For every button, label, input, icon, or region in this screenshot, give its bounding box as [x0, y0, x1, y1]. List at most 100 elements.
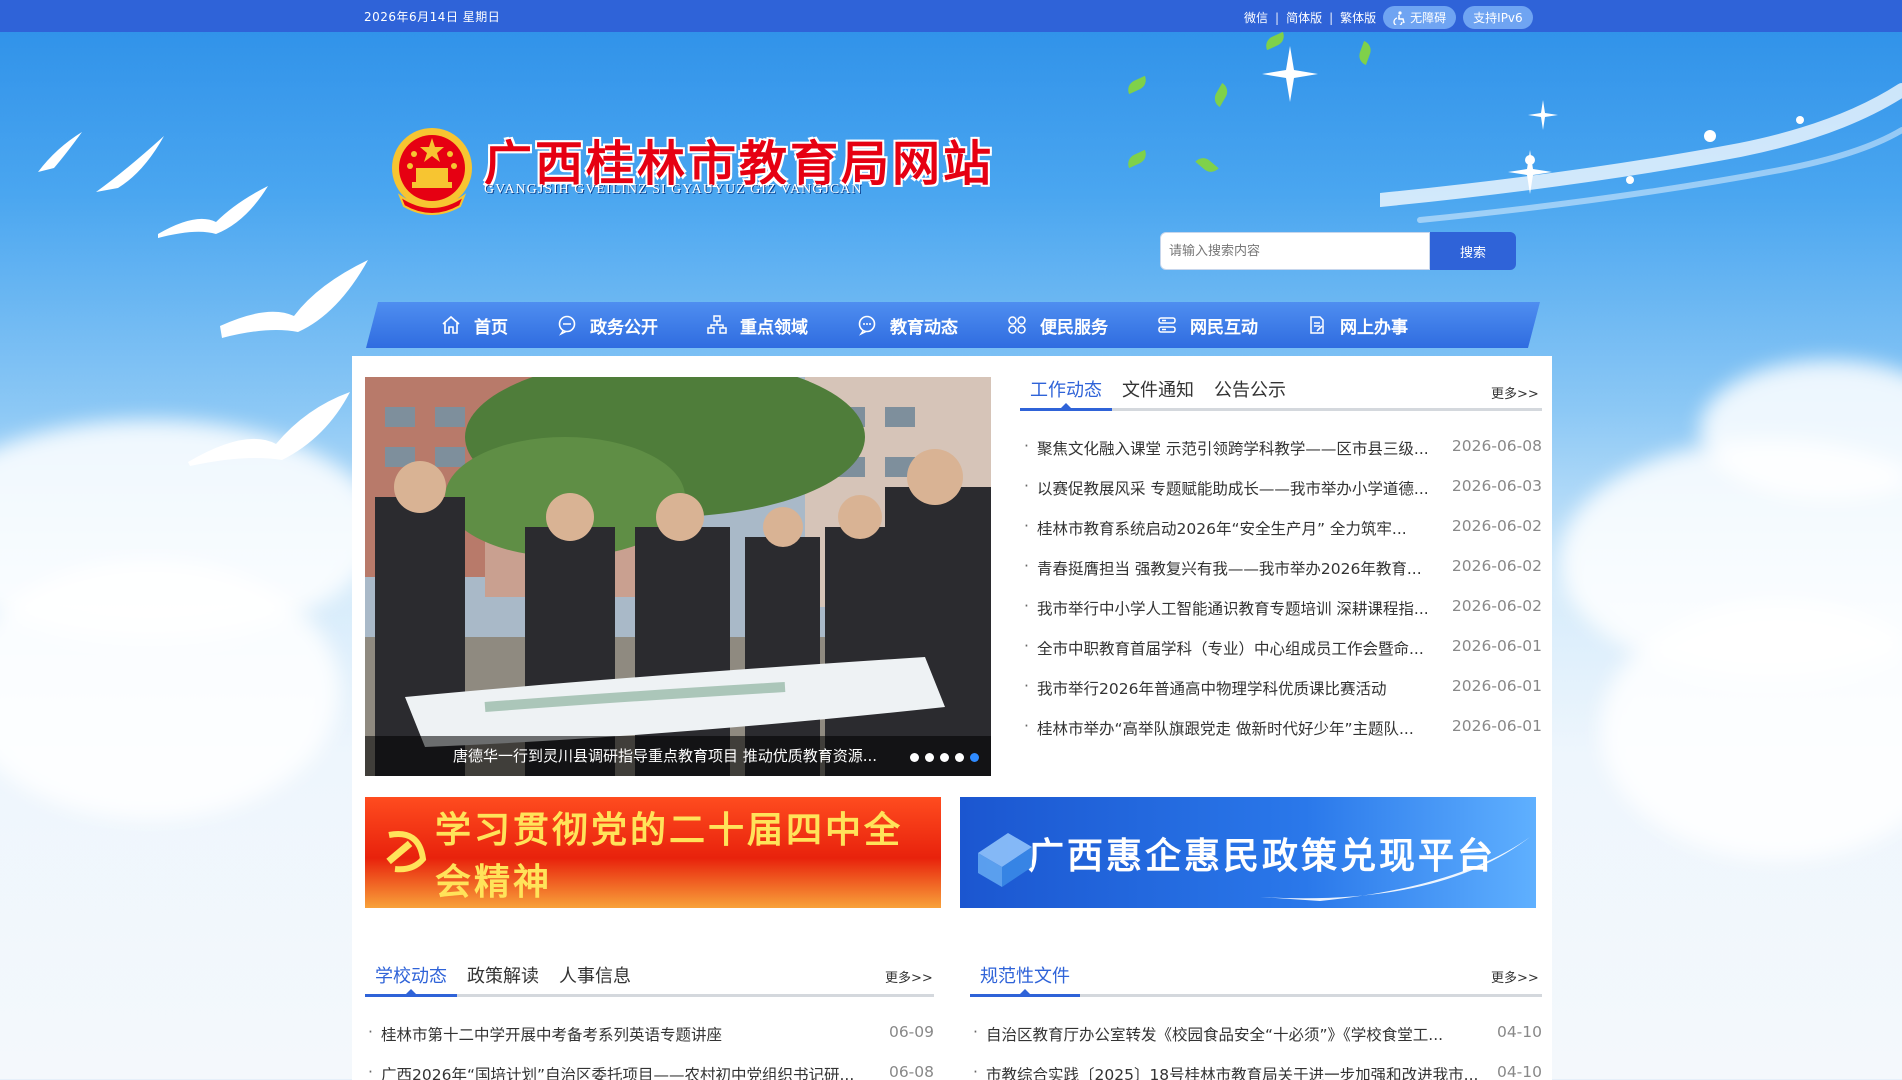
news-date: 2026-06-02: [1451, 517, 1542, 535]
accessibility-button[interactable]: 无障碍: [1383, 6, 1457, 29]
list-item[interactable]: 市教综合实践〔2025〕18号桂林市教育局关于进一步加强和改进我市... 04-1…: [973, 1063, 1542, 1080]
leaf-decoration: [1124, 149, 1150, 169]
news-date: 2026-06-02: [1451, 597, 1542, 615]
tab-work-news[interactable]: 工作动态: [1020, 376, 1112, 411]
list-item[interactable]: 自治区教育厅办公室转发《校园食品安全“十必须”》《学校食堂工... 04-10: [973, 1023, 1542, 1045]
news-carousel[interactable]: 唐德华一行到灵川县调研指导重点教育项目 推动优质教育资源...: [365, 377, 991, 776]
server-icon: [1156, 314, 1178, 336]
news-title[interactable]: 桂林市举办“高举队旗跟党走 做新时代好少年”主题队...: [1024, 717, 1414, 739]
separator: |: [1275, 10, 1280, 25]
bird-decoration: [220, 260, 368, 338]
tab-file-notices[interactable]: 文件通知: [1112, 376, 1204, 408]
news-date: 06-09: [888, 1023, 934, 1041]
nav-item-netizen-interaction[interactable]: 网民互动: [1156, 313, 1258, 338]
news-title[interactable]: 我市举行2026年普通高中物理学科优质课比赛活动: [1024, 677, 1386, 699]
regulation-more-link[interactable]: 更多>>: [1491, 967, 1539, 986]
hammer-sickle-icon: [386, 831, 427, 873]
home-icon: [440, 314, 462, 336]
top-links: 微信 | 简体版 | 繁体版 无障碍 支持IPv6: [1244, 6, 1533, 29]
leaf-decoration: [1195, 154, 1219, 176]
wechat-link[interactable]: 微信: [1244, 9, 1268, 26]
message-icon: [856, 314, 878, 336]
school-tabs: 学校动态 政策解读 人事信息: [365, 962, 934, 997]
carousel-dot[interactable]: [925, 753, 934, 762]
school-more-link[interactable]: 更多>>: [885, 967, 933, 986]
news-title[interactable]: 我市举行中小学人工智能通识教育专题培训 深耕课程指...: [1024, 597, 1429, 619]
list-item[interactable]: 桂林市教育系统启动2026年“安全生产月” 全力筑牢... 2026-06-02: [1024, 517, 1542, 539]
bird-decoration: [188, 392, 350, 466]
news-photo: [365, 377, 991, 776]
national-emblem-icon: [392, 128, 472, 215]
chat-icon: [556, 314, 578, 336]
news-title[interactable]: 以赛促教展风采 专题赋能助成长——我市举办小学道德...: [1024, 477, 1429, 499]
carousel-dot[interactable]: [910, 753, 919, 762]
party-study-banner[interactable]: 学习贯彻党的二十届四中全会精神: [365, 797, 941, 908]
list-item[interactable]: 以赛促教展风采 专题赋能助成长——我市举办小学道德... 2026-06-03: [1024, 477, 1542, 499]
carousel-dots: [910, 753, 979, 762]
news-date: 2026-06-01: [1451, 717, 1542, 735]
regulation-tabs: 规范性文件: [970, 962, 1542, 997]
list-item[interactable]: 广西2026年“国培计划”自治区委托项目——农村初中党组织书记研... 06-08: [368, 1063, 934, 1080]
nav-item-home[interactable]: 首页: [440, 313, 508, 338]
news-title[interactable]: 青春挺膺担当 强教复兴有我——我市举办2026年教育...: [1024, 557, 1422, 579]
carousel-dot-active[interactable]: [970, 753, 979, 762]
swoosh-decoration: [1260, 837, 1530, 901]
bird-decoration: [38, 132, 82, 172]
search-button[interactable]: 搜索: [1430, 232, 1516, 270]
news-title[interactable]: 市教综合实践〔2025〕18号桂林市教育局关于进一步加强和改进我市...: [973, 1063, 1478, 1080]
carousel-dot[interactable]: [940, 753, 949, 762]
list-item[interactable]: 桂林市举办“高举队旗跟党走 做新时代好少年”主题队... 2026-06-01: [1024, 717, 1542, 739]
search-input[interactable]: [1160, 232, 1430, 270]
main-nav: 首页 政务公开 重点领域 教育动态 便民服务 网民互动 网上办事: [366, 302, 1540, 348]
list-item[interactable]: 我市举行中小学人工智能通识教育专题培训 深耕课程指... 2026-06-02: [1024, 597, 1542, 619]
ipv6-badge: 支持IPv6: [1463, 6, 1533, 29]
carousel-dot[interactable]: [955, 753, 964, 762]
star-decoration: [1528, 100, 1558, 130]
nav-item-label: 首页: [474, 317, 508, 338]
list-item[interactable]: 聚焦文化融入课堂 示范引领跨学科教学——区市县三级... 2026-06-08: [1024, 437, 1542, 459]
list-item[interactable]: 桂林市第十二中学开展中考备考系列英语专题讲座 06-09: [368, 1023, 934, 1045]
top-bar: 2026年6月14日 星期日 微信 | 简体版 | 繁体版 无障碍 支持IPv6: [0, 0, 1902, 32]
separator: |: [1329, 10, 1334, 25]
news-tabs: 工作动态 文件通知 公告公示: [1020, 376, 1542, 411]
news-date: 2026-06-02: [1451, 557, 1542, 575]
news-title[interactable]: 桂林市教育系统启动2026年“安全生产月” 全力筑牢...: [1024, 517, 1407, 539]
wheelchair-icon: [1393, 10, 1405, 25]
tab-policy-interpretation[interactable]: 政策解读: [457, 962, 549, 994]
tab-announcements[interactable]: 公告公示: [1204, 376, 1296, 408]
tab-personnel-info[interactable]: 人事信息: [549, 962, 641, 994]
leaf-decoration: [1124, 75, 1150, 95]
nav-item-key-areas[interactable]: 重点领域: [706, 313, 808, 338]
simplified-link[interactable]: 简体版: [1286, 9, 1322, 26]
news-title[interactable]: 广西2026年“国培计划”自治区委托项目——农村初中党组织书记研...: [368, 1063, 854, 1080]
news-title[interactable]: 自治区教育厅办公室转发《校园食品安全“十必须”》《学校食堂工...: [973, 1023, 1443, 1045]
current-date: 2026年6月14日 星期日: [364, 10, 501, 24]
accessibility-label: 无障碍: [1410, 11, 1447, 25]
nav-item-education-news[interactable]: 教育动态: [856, 313, 958, 338]
tab-school-news[interactable]: 学校动态: [365, 962, 457, 997]
nav-item-public-services[interactable]: 便民服务: [1006, 313, 1108, 338]
sparkle-trail-decoration: [1380, 83, 1902, 223]
list-item[interactable]: 青春挺膺担当 强教复兴有我——我市举办2026年教育... 2026-06-02: [1024, 557, 1542, 579]
bird-decoration: [158, 186, 268, 238]
news-date: 2026-06-01: [1451, 637, 1542, 655]
list-item[interactable]: 全市中职教育首届学科（专业）中心组成员工作会暨命... 2026-06-01: [1024, 637, 1542, 659]
policy-platform-banner[interactable]: 广西惠企惠民政策兑现平台: [960, 797, 1536, 908]
grid-icon: [1006, 314, 1028, 336]
tab-normative-documents[interactable]: 规范性文件: [970, 962, 1080, 997]
news-title[interactable]: 桂林市第十二中学开展中考备考系列英语专题讲座: [368, 1023, 722, 1045]
nav-item-label: 教育动态: [890, 317, 958, 338]
school-news-list: 桂林市第十二中学开展中考备考系列英语专题讲座 06-09 广西2026年“国培计划…: [368, 1023, 934, 1080]
search-bar: 搜索: [1160, 232, 1516, 270]
star-decoration: [1262, 46, 1318, 102]
nav-item-government-affairs[interactable]: 政务公开: [556, 313, 658, 338]
list-item[interactable]: 我市举行2026年普通高中物理学科优质课比赛活动 2026-06-01: [1024, 677, 1542, 699]
news-title[interactable]: 全市中职教育首届学科（专业）中心组成员工作会暨命...: [1024, 637, 1424, 659]
news-list: 聚焦文化融入课堂 示范引领跨学科教学——区市县三级... 2026-06-08 以…: [1024, 437, 1542, 739]
nav-item-online-services[interactable]: 网上办事: [1306, 313, 1408, 338]
news-more-link[interactable]: 更多>>: [1491, 383, 1539, 402]
carousel-caption[interactable]: 唐德华一行到灵川县调研指导重点教育项目 推动优质教育资源...: [365, 736, 991, 776]
traditional-link[interactable]: 繁体版: [1340, 9, 1376, 26]
site-subtitle: GVANGJSIH GVEILINZ SI GYAUYUZ GIZ VANGJC…: [484, 182, 863, 197]
news-title[interactable]: 聚焦文化融入课堂 示范引领跨学科教学——区市县三级...: [1024, 437, 1429, 459]
